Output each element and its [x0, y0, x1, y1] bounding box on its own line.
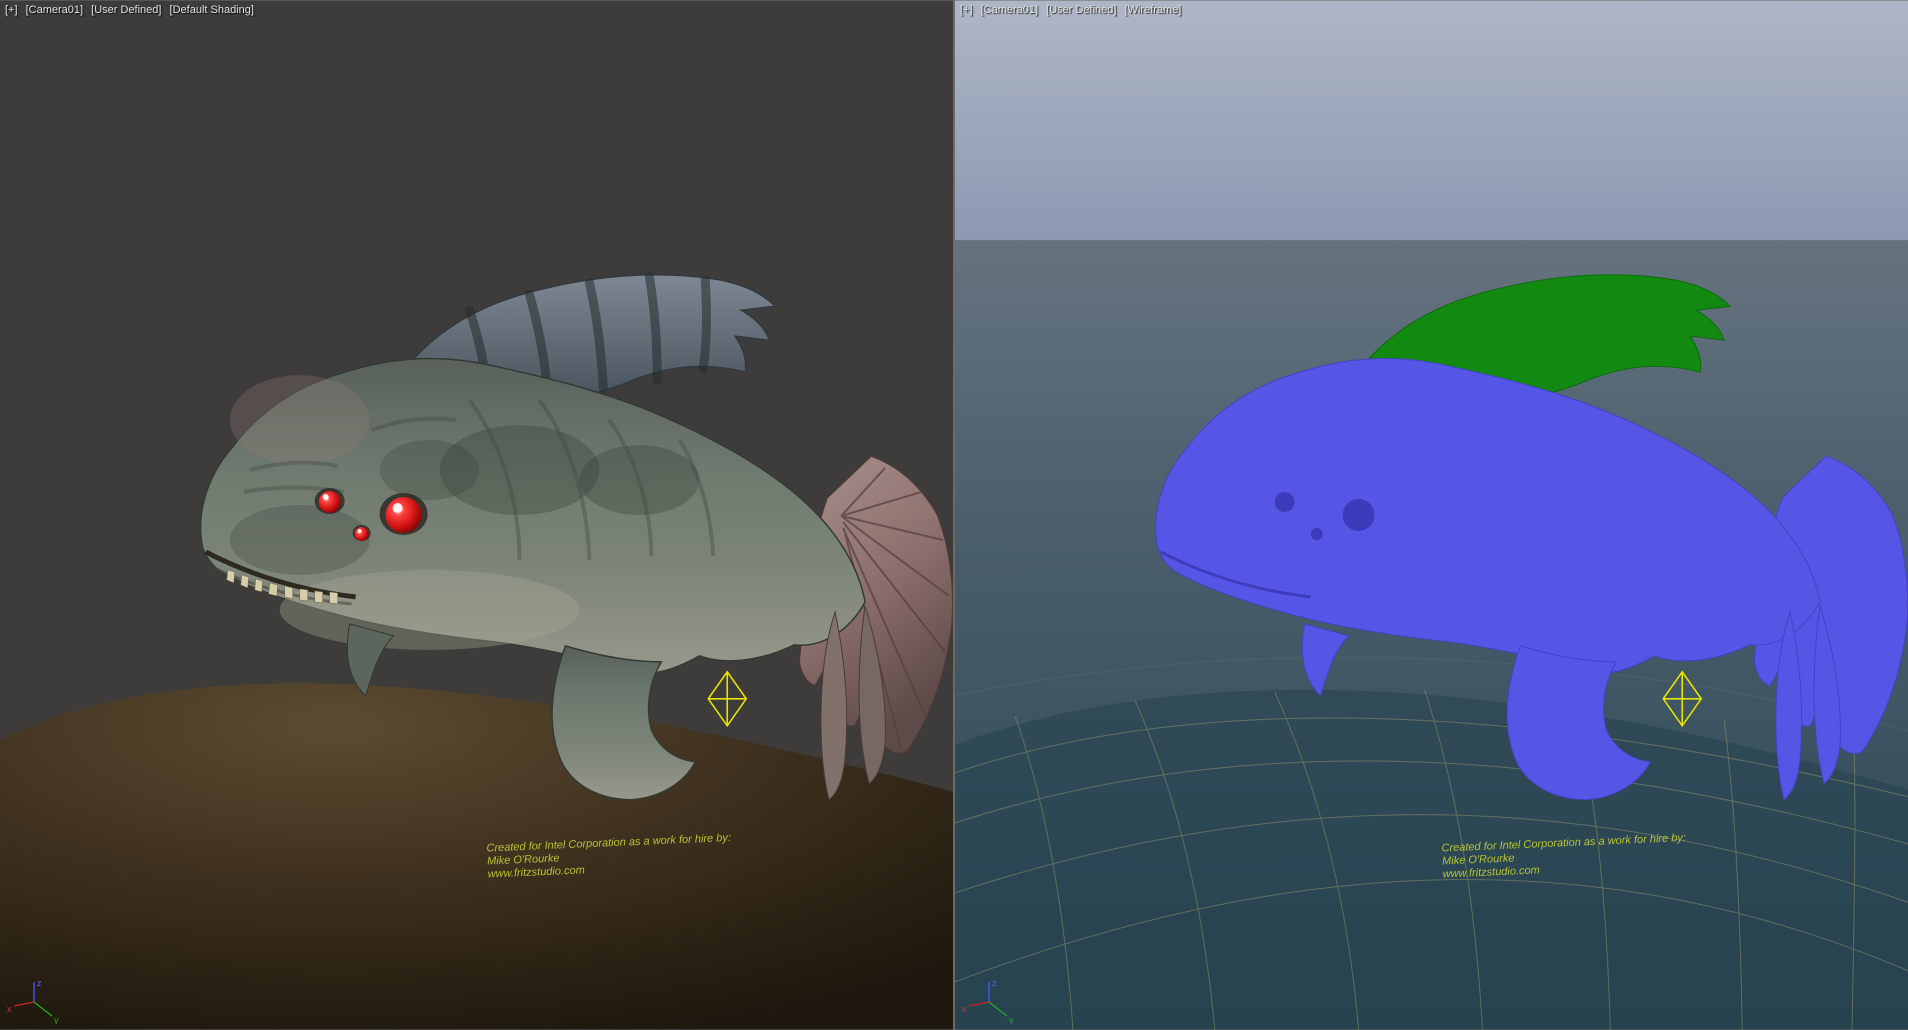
world-axis-tripod: z x y	[6, 976, 66, 1024]
axis-label-z: z	[992, 978, 997, 988]
viewport-label-shaded: [+] [Camera01] [User Defined] [Default S…	[5, 4, 259, 16]
viewport-menu-user-defined[interactable]: [User Defined]	[91, 4, 161, 16]
eye-highlight	[323, 494, 329, 500]
viewport-canvas-shaded[interactable]	[0, 0, 953, 1030]
viewport-menu-camera[interactable]: [Camera01]	[26, 4, 83, 16]
viewport-menu-plus[interactable]: [+]	[960, 4, 973, 16]
viewport-menu-shading[interactable]: [Default Shading]	[170, 4, 254, 16]
axis-label-z: z	[37, 978, 42, 988]
eye-large	[386, 497, 422, 533]
world-axis-tripod: z x y	[961, 976, 1021, 1024]
eye-small	[355, 527, 369, 541]
viewport-menu-shading[interactable]: [Wireframe]	[1125, 4, 1182, 16]
viewport-label-wireframe: [+] [Camera01] [User Defined] [Wireframe…	[960, 4, 1186, 16]
axis-label-y: y	[1009, 1015, 1014, 1024]
axis-label-y: y	[54, 1015, 59, 1024]
eye-medium	[319, 491, 341, 513]
eye-highlight	[358, 529, 362, 533]
viewport-wireframe[interactable]: [+] [Camera01] [User Defined] [Wireframe…	[955, 0, 1908, 1030]
viewport-menu-camera[interactable]: [Camera01]	[981, 4, 1038, 16]
eye-large	[1343, 499, 1375, 531]
viewport-canvas-wireframe[interactable]	[955, 0, 1908, 1030]
eye-highlight	[393, 503, 403, 513]
eye-small	[1311, 528, 1323, 540]
sky-gradient	[955, 1, 1908, 241]
viewport-menu-user-defined[interactable]: [User Defined]	[1046, 4, 1116, 16]
eye-medium	[1275, 492, 1295, 512]
axis-label-x: x	[962, 1004, 967, 1014]
viewport-shaded[interactable]: [+] [Camera01] [User Defined] [Default S…	[0, 0, 953, 1030]
viewport-menu-plus[interactable]: [+]	[5, 4, 18, 16]
max-viewport-area: [+] [Camera01] [User Defined] [Default S…	[0, 0, 1908, 1030]
axis-label-x: x	[7, 1004, 12, 1014]
